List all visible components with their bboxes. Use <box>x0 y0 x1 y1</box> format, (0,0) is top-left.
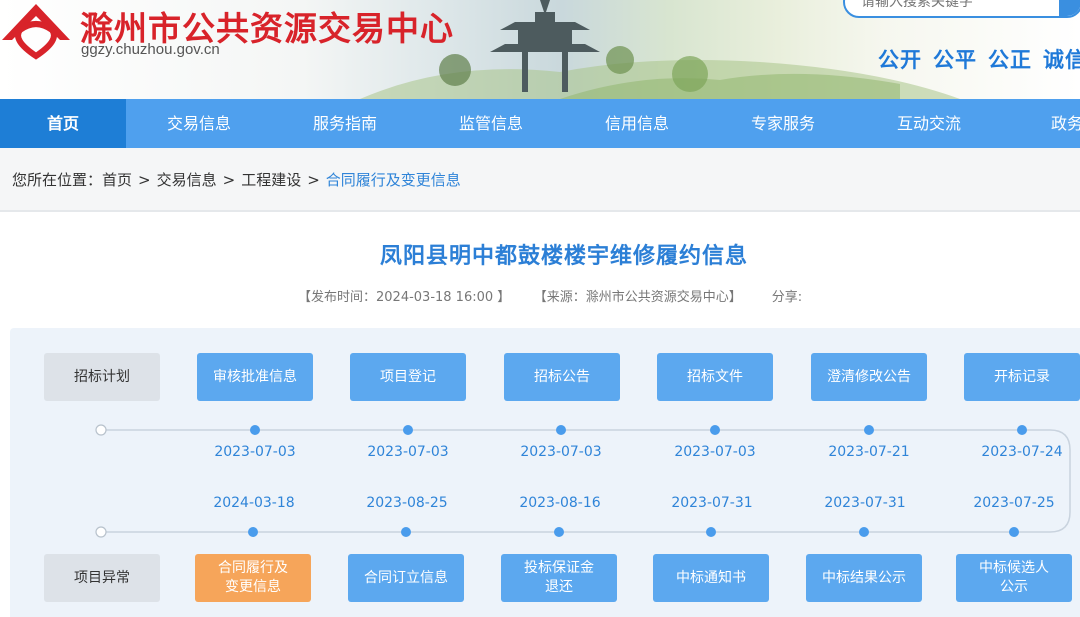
timeline-dot <box>248 527 258 537</box>
share-label: 分享: <box>771 290 803 305</box>
timeline-dot <box>556 425 566 435</box>
breadcrumb-link-construction[interactable]: 工程建设 <box>241 171 301 189</box>
step-date: 2023-07-03 <box>674 444 756 460</box>
nav-item-trading-info[interactable]: 交易信息 <box>126 99 272 148</box>
step-contract-signing[interactable]: 合同订立信息 <box>348 554 464 602</box>
breadcrumb-link-home[interactable]: 首页 <box>102 171 132 189</box>
nav-item-government-affairs[interactable]: 政务信 <box>1002 99 1080 148</box>
search-input[interactable] <box>845 0 1045 16</box>
step-date: 2023-07-24 <box>981 444 1063 460</box>
step-date: 2023-07-03 <box>520 444 602 460</box>
step-date: 2023-07-25 <box>973 495 1055 511</box>
step-date: 2023-08-16 <box>519 495 601 511</box>
step-bid-opening-record[interactable]: 开标记录 <box>964 353 1080 401</box>
slogan-word: 公平 <box>933 48 977 72</box>
nav-item-credit-info[interactable]: 信用信息 <box>564 99 710 148</box>
step-date: 2024-03-18 <box>213 495 295 511</box>
step-project-registration[interactable]: 项目登记 <box>350 353 466 401</box>
slogan-word: 公正 <box>988 48 1032 72</box>
step-tender-notice[interactable]: 招标公告 <box>504 353 620 401</box>
step-date: 2023-07-03 <box>367 444 449 460</box>
step-date: 2023-07-31 <box>671 495 753 511</box>
timeline-dot <box>706 527 716 537</box>
article-meta: 【发布时间：2024-03-18 16:00 】 【来源：滁州市公共资源交易中心】… <box>298 286 832 305</box>
step-clarification-notice[interactable]: 澄清修改公告 <box>811 353 927 401</box>
nav-item-expert-service[interactable]: 专家服务 <box>710 99 856 148</box>
breadcrumb-current[interactable]: 合同履行及变更信息 <box>326 171 461 189</box>
timeline-dot <box>1009 527 1019 537</box>
logo-icon <box>2 4 70 60</box>
slogan-word: 诚信 <box>1043 48 1080 72</box>
article-title: 凤阳县明中都鼓楼楼宇维修履约信息 <box>379 244 748 269</box>
step-award-notice[interactable]: 中标通知书 <box>653 554 769 602</box>
timeline-dot <box>401 527 411 537</box>
step-date: 2023-07-21 <box>828 444 910 460</box>
timeline-start-dot <box>95 424 107 436</box>
process-timeline: 招标计划 审核批准信息 项目登记 招标公告 招标文件 澄清修改公告 开标记录 2… <box>10 328 1080 617</box>
step-tender-documents[interactable]: 招标文件 <box>657 353 773 401</box>
search-box <box>843 0 1080 18</box>
breadcrumb-separator: > <box>138 171 151 189</box>
slogan: 公开 公平 公正 诚信 <box>878 44 1080 74</box>
main-nav: 首页 交易信息 服务指南 监管信息 信用信息 专家服务 互动交流 政务信 <box>0 99 1080 148</box>
nav-item-interaction[interactable]: 互动交流 <box>856 99 1002 148</box>
row-label-project-exception: 项目异常 <box>44 554 160 602</box>
nav-item-home[interactable]: 首页 <box>0 99 126 148</box>
nav-item-supervision-info[interactable]: 监管信息 <box>418 99 564 148</box>
step-contract-performance-change[interactable]: 合同履行及变更信息 <box>195 554 311 602</box>
site-header: 滁州市公共资源交易中心 ggzy.chuzhou.gov.cn 公开公平公正诚信 <box>0 0 1080 99</box>
site-domain: ggzy.chuzhou.gov.cn <box>81 41 220 58</box>
breadcrumb-separator: > <box>307 171 320 189</box>
breadcrumb-separator: > <box>222 171 236 189</box>
timeline-dot <box>554 527 564 537</box>
publish-time: 【发布时间：2024-03-18 16:00 】 <box>298 290 511 305</box>
step-candidate-publicity[interactable]: 中标候选人公示 <box>956 554 1072 602</box>
step-date: 2023-07-03 <box>214 444 296 460</box>
timeline-dot <box>403 425 413 435</box>
step-date: 2023-07-31 <box>824 495 906 511</box>
timeline-end-dot <box>95 526 107 538</box>
step-date: 2023-08-25 <box>366 495 448 511</box>
breadcrumb-prefix: 您所在位置： <box>12 171 103 189</box>
search-button[interactable] <box>1059 0 1080 16</box>
timeline-dot <box>864 425 874 435</box>
row-label-bid-plan: 招标计划 <box>44 353 160 401</box>
timeline-dot <box>250 425 260 435</box>
slogan-word: 公开 <box>878 48 922 72</box>
breadcrumb: 您所在位置：首页 > 交易信息 > 工程建设 > 合同履行及变更信息 <box>12 169 461 190</box>
timeline-dot <box>859 527 869 537</box>
breadcrumb-bar: 您所在位置：首页 > 交易信息 > 工程建设 > 合同履行及变更信息 <box>0 148 1080 212</box>
step-bid-deposit-refund[interactable]: 投标保证金退还 <box>501 554 617 602</box>
timeline-dot <box>1017 425 1027 435</box>
breadcrumb-link-trading-info[interactable]: 交易信息 <box>157 171 217 189</box>
timeline-dot <box>710 425 720 435</box>
step-award-result-publicity[interactable]: 中标结果公示 <box>806 554 922 602</box>
step-approval-info[interactable]: 审核批准信息 <box>197 353 313 401</box>
nav-item-service-guide[interactable]: 服务指南 <box>272 99 418 148</box>
article-source: 【来源：滁州市公共资源交易中心】 <box>540 290 742 305</box>
